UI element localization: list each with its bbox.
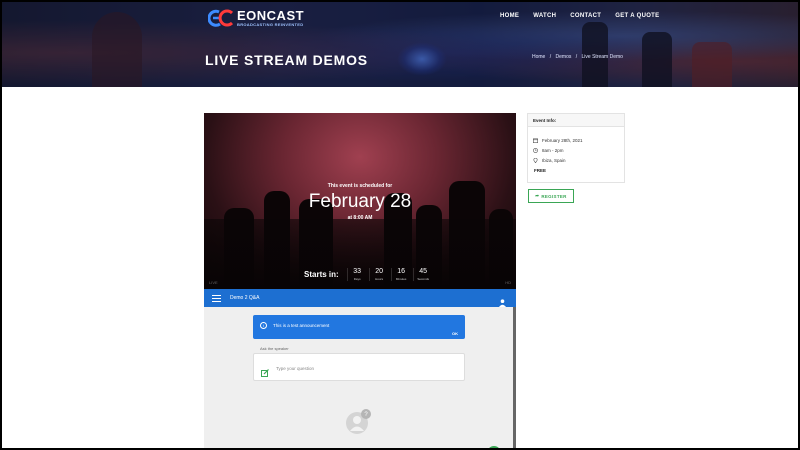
brand-name: EONCAST (237, 8, 305, 23)
location-pin-icon (533, 157, 538, 164)
nav-home[interactable]: HOME (500, 13, 519, 19)
nav-get-a-quote[interactable]: GET A QUOTE (615, 13, 659, 19)
question-input-placeholder: Type your question (276, 366, 315, 371)
event-location-row: Ibiza, Spain (533, 157, 566, 164)
breadcrumb-current: Live Stream Demo (581, 54, 623, 60)
starts-in-label: Starts in: (304, 270, 339, 279)
qa-scrollbar[interactable] (513, 307, 516, 448)
event-time-row: 8am - 2pm (533, 148, 564, 153)
breadcrumb-home[interactable]: Home (532, 54, 545, 60)
brand-tagline: BROADCASTING REINVENTED (237, 22, 304, 27)
event-info-header: Event Info: (528, 114, 624, 127)
countdown-days: 33 Days (346, 268, 367, 281)
info-icon: i (260, 322, 267, 329)
countdown-seconds: 45 Seconds (412, 268, 433, 281)
breadcrumb-demos[interactable]: Demos (556, 54, 572, 60)
countdown-minutes: 16 Minutes (390, 268, 411, 281)
event-time: at 8:00 AM (347, 215, 373, 221)
event-location: Ibiza, Spain (542, 158, 566, 163)
announcement-card: i This is a test announcement OK (253, 315, 465, 339)
event-date-row: February 28th, 2021 (533, 138, 583, 144)
question-input[interactable]: Type your question (253, 353, 465, 381)
event-price: FREE (534, 168, 547, 173)
empty-questions-icon: ? (346, 409, 372, 435)
logo-mark-icon (207, 8, 234, 28)
hero-banner: EONCAST BROADCASTING REINVENTED HOME WAT… (2, 2, 798, 87)
qa-toolbar: Demo 2 Q&A (204, 289, 516, 307)
event-time-range: 8am - 2pm (542, 148, 564, 153)
event-date-big: February 28 (308, 191, 412, 212)
ask-speaker-label: Ask the speaker (260, 346, 289, 351)
menu-icon[interactable] (212, 294, 221, 302)
breadcrumb: Home / Demos / Live Stream Demo (532, 54, 623, 60)
nav-watch[interactable]: WATCH (533, 13, 556, 19)
brand-logo[interactable]: EONCAST BROADCASTING REINVENTED (207, 8, 305, 28)
browser-frame: EONCAST BROADCASTING REINVENTED HOME WAT… (2, 2, 798, 448)
main-nav: HOME WATCH CONTACT GET A QUOTE (500, 13, 673, 19)
register-button[interactable]: ➦ REGISTER (528, 189, 574, 203)
page-title: LIVE STREAM DEMOS (205, 52, 368, 68)
event-info-card: Event Info: February 28th, 2021 8am - 2p… (527, 113, 625, 183)
scheduled-text: This event is scheduled for (327, 183, 393, 189)
register-icon: ➦ (535, 193, 540, 198)
user-icon[interactable] (499, 294, 506, 307)
qa-panel: Demo 2 Q&A i This is a test announcement… (204, 289, 516, 448)
countdown-hours: 20 Hours (368, 268, 389, 281)
event-date: February 28th, 2021 (542, 138, 583, 143)
video-player[interactable]: This event is scheduled for February 28 … (204, 113, 516, 289)
clock-icon (533, 148, 538, 153)
countdown-timer: Starts in: 33 Days 20 Hours 16 Minutes 4… (304, 268, 435, 281)
announcement-ok-button[interactable]: OK (452, 331, 458, 336)
edit-icon (261, 364, 269, 377)
nav-contact[interactable]: CONTACT (570, 13, 601, 19)
video-live-indicator: LIVE (209, 280, 218, 285)
announcement-text: This is a test announcement (273, 323, 330, 328)
qa-title: Demo 2 Q&A (230, 295, 260, 301)
calendar-icon (533, 138, 539, 144)
chat-fab-button[interactable] (487, 446, 501, 448)
video-quality-indicator[interactable]: HD (505, 280, 511, 285)
